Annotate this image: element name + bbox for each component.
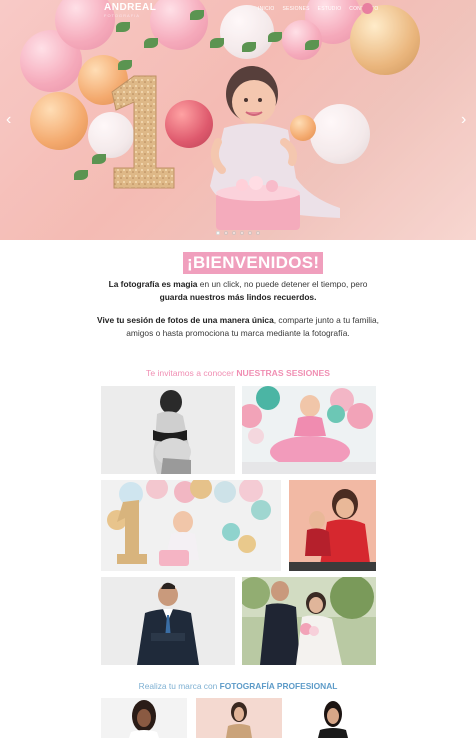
- photo-portrait-woman-1[interactable]: [101, 698, 187, 738]
- intro-bold-2: guarda nuestros más lindos recuerdos.: [159, 291, 317, 302]
- logo-main-text: ANDREAL: [104, 2, 157, 13]
- welcome-heading: ¡BIENVENIDOS!: [183, 252, 324, 274]
- sessions-lead: Te invitamos a conocer: [146, 368, 237, 378]
- photo-smash-cake[interactable]: [101, 480, 281, 571]
- session-paragraph: Vive tu sesión de fotos de una manera ún…: [96, 314, 380, 339]
- slider-dot-4[interactable]: [240, 231, 244, 235]
- slider-dot-2[interactable]: [224, 231, 228, 235]
- slider-dot-3[interactable]: [232, 231, 236, 235]
- photo-man-suit[interactable]: [101, 577, 235, 665]
- sessions-highlight[interactable]: NUESTRAS SESIONES: [236, 368, 330, 378]
- intro-text-1: en un click, no puede detener el tiempo,…: [197, 279, 368, 289]
- prev-slide-arrow-icon[interactable]: ‹: [6, 112, 11, 128]
- slider-dot-6[interactable]: [256, 231, 260, 235]
- session-bold: Vive tu sesión de fotos de una manera ún…: [97, 315, 274, 325]
- sessions-heading: Te invitamos a conocer NUESTRAS SESIONES: [96, 368, 380, 378]
- slider-pagination: [216, 231, 260, 235]
- photo-portrait-woman-2[interactable]: [196, 698, 282, 738]
- intro-paragraph: La fotografía es magia en un click, no p…: [96, 278, 380, 303]
- photo-mother-daughter[interactable]: [289, 480, 376, 571]
- brand-heading: Realiza tu marca con FOTOGRAFÍA PROFESIO…: [96, 681, 380, 691]
- photo-baby-tutu[interactable]: [242, 386, 376, 474]
- slider-dot-5[interactable]: [248, 231, 252, 235]
- top-navigation-bar: ANDREAL FOTOGRAFIA INICIO SESIONES ESTUD…: [0, 0, 476, 22]
- nav-inicio[interactable]: INICIO: [258, 6, 274, 12]
- slider-dot-1[interactable]: [216, 231, 220, 235]
- photo-wedding-couple[interactable]: [242, 577, 376, 665]
- site-logo[interactable]: ANDREAL FOTOGRAFIA: [104, 2, 156, 18]
- next-slide-arrow-icon[interactable]: ›: [461, 112, 466, 128]
- brand-highlight[interactable]: FOTOGRAFÍA PROFESIONAL: [220, 681, 338, 691]
- menu-circle-icon[interactable]: [362, 3, 373, 14]
- logo-sub-text: FOTOGRAFIA: [104, 13, 140, 18]
- hero-overlay: [0, 0, 476, 240]
- hero-slider: ANDREAL FOTOGRAFIA INICIO SESIONES ESTUD…: [0, 0, 476, 240]
- nav-sesiones[interactable]: SESIONES: [282, 6, 309, 12]
- photo-maternity[interactable]: [101, 386, 235, 474]
- brand-lead: Realiza tu marca con: [138, 681, 220, 691]
- main-nav: INICIO SESIONES ESTUDIO CONTACTO: [258, 6, 378, 12]
- nav-estudio[interactable]: ESTUDIO: [318, 6, 342, 12]
- intro-bold-1: La fotografía es magia: [108, 279, 198, 289]
- photo-portrait-woman-3[interactable]: [290, 698, 376, 738]
